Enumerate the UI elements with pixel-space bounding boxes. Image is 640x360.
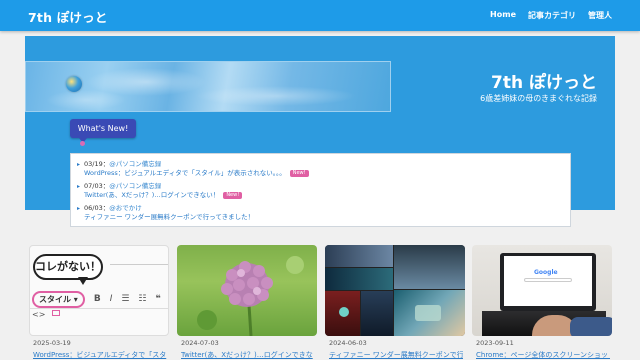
- article-card[interactable]: Google 2023-09-11 Chrome：ページ全体のスクリーンショット: [472, 245, 612, 360]
- card-title-link[interactable]: WordPress：ビジュアルエディタで「スタ: [33, 350, 167, 360]
- card-title-link[interactable]: ティファニー ワンダー展無料クーポンで行: [329, 350, 463, 360]
- bullet-list-icon: ☰: [121, 294, 130, 304]
- card-date: 2025-03-19: [33, 339, 71, 347]
- collage-photo: [394, 245, 465, 289]
- news-category-link[interactable]: @パソコン備忘録: [109, 160, 161, 168]
- code-icon: <>: [32, 310, 46, 319]
- new-badge: New!: [223, 192, 243, 199]
- quote-icon: ❝: [155, 294, 161, 304]
- news-title-link[interactable]: ティファニー ワンダー展無料クーポンで行ってきました！: [84, 213, 254, 222]
- main-nav: Home 記事カテゴリ 管理人: [490, 10, 612, 21]
- news-date: 03/19: [84, 160, 103, 168]
- hero-title: 7th ぽけっと: [491, 73, 597, 93]
- news-date: 07/03: [84, 182, 103, 190]
- news-item: 07/03：@パソコン備忘録 Twitter(あ、Xだっけ？)…ログインできない…: [77, 182, 243, 200]
- news-category-link[interactable]: @パソコン備忘録: [109, 182, 161, 190]
- card-date: 2024-06-03: [329, 339, 367, 347]
- card-title-link[interactable]: Twitter(あ、Xだっけ？)…ログインできな: [181, 350, 315, 360]
- site-title-link[interactable]: 7th ぽけっと: [28, 7, 108, 26]
- flower-photo: [197, 256, 304, 336]
- globe-icon: [66, 76, 82, 92]
- whats-new-button[interactable]: What's New!: [70, 119, 136, 143]
- news-item: 03/19：@パソコン備忘録 WordPress：ビジュアルエディタで「スタイル…: [77, 160, 309, 178]
- card-thumbnail[interactable]: Google: [472, 245, 612, 336]
- numbered-list-icon: ☷: [138, 294, 147, 304]
- news-title-link[interactable]: Twitter(あ、Xだっけ？)…ログインできない！: [84, 191, 219, 200]
- pin-dot-icon: [80, 141, 85, 146]
- card-thumbnail[interactable]: [177, 245, 317, 336]
- card-title-link[interactable]: Chrome：ページ全体のスクリーンショット: [476, 350, 610, 360]
- article-card[interactable]: コレがない！ スタイル ▾ B I ☰ ☷ ❝ <> 2025-03-19 Wo…: [29, 245, 169, 360]
- article-card[interactable]: 2024-07-03 Twitter(あ、Xだっけ？)…ログインできな: [177, 245, 317, 360]
- article-card[interactable]: 2024-06-03 ティファニー ワンダー展無料クーポンで行: [325, 245, 465, 360]
- italic-icon: I: [109, 294, 113, 304]
- marker-icon: [52, 310, 60, 316]
- card-date: 2023-09-11: [476, 339, 514, 347]
- nav-admin[interactable]: 管理人: [588, 10, 612, 21]
- news-item: 06/03：@おでかけ ティファニー ワンダー展無料クーポンで行ってきました！: [77, 204, 254, 222]
- jewel-icon: [339, 307, 349, 317]
- callout-bubble: コレがない！: [33, 254, 103, 280]
- card-date: 2024-07-03: [181, 339, 219, 347]
- bold-icon: B: [93, 294, 101, 304]
- nav-categories[interactable]: 記事カテゴリ: [528, 10, 576, 21]
- news-category-link[interactable]: @おでかけ: [109, 204, 142, 212]
- search-bar-graphic: [524, 278, 572, 282]
- new-badge: New!: [289, 170, 309, 177]
- top-nav-bar: 7th ぽけっと Home 記事カテゴリ 管理人: [0, 0, 640, 31]
- news-date: 06/03: [84, 204, 103, 212]
- card-thumbnail[interactable]: コレがない！ スタイル ▾ B I ☰ ☷ ❝ <>: [29, 245, 169, 336]
- style-dropdown: スタイル ▾: [32, 290, 85, 308]
- collage-photo: [361, 291, 393, 336]
- news-list: 03/19：@パソコン備忘録 WordPress：ビジュアルエディタで「スタイル…: [70, 153, 571, 227]
- collage-photo: [325, 268, 393, 290]
- google-logo: Google: [534, 269, 558, 276]
- card-thumbnail[interactable]: [325, 245, 465, 336]
- collage-photo: [325, 245, 393, 267]
- nav-home[interactable]: Home: [490, 10, 516, 21]
- hero-subtitle: 6歳差姉妹の母のきまぐれな記録: [480, 94, 597, 103]
- editor-toolbar: スタイル ▾ B I ☰ ☷ ❝: [30, 289, 168, 309]
- news-title-link[interactable]: WordPress：ビジュアルエディタで「スタイル」が表示されない。。。: [84, 169, 286, 178]
